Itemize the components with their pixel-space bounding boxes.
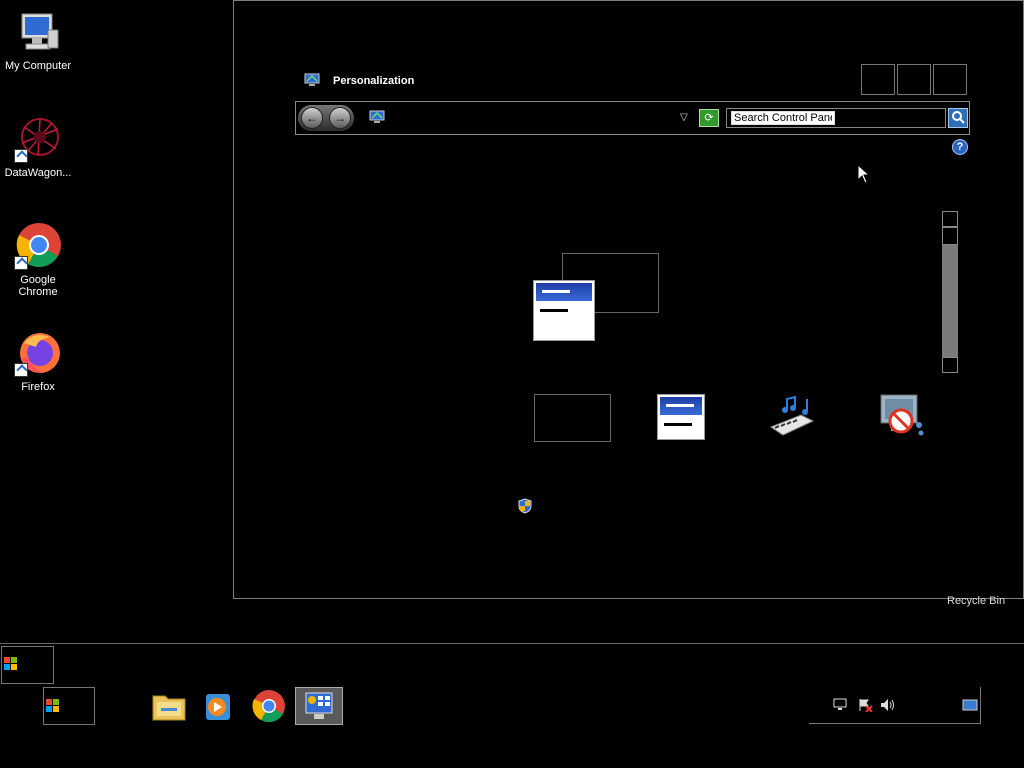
window-color-tile-icon[interactable] — [657, 394, 705, 440]
desktop-icon-label: DataWagon... — [4, 167, 72, 179]
search-box — [726, 108, 946, 128]
network-icon[interactable] — [832, 698, 848, 712]
action-center-icon[interactable] — [857, 698, 873, 712]
desktop-icon-label: My Computer — [4, 60, 72, 72]
maximize-button[interactable] — [897, 64, 931, 95]
uac-shield-icon — [518, 498, 532, 514]
navigation-buttons: ← → — [298, 105, 354, 131]
windows-logo-icon — [46, 699, 59, 712]
control-panel-icon — [305, 692, 333, 719]
file-explorer-icon[interactable] — [151, 688, 187, 724]
forward-button[interactable]: → — [329, 107, 351, 129]
scrollbar-thumb[interactable] — [942, 245, 958, 357]
media-player-icon[interactable] — [200, 688, 236, 724]
control-panel-location-icon — [369, 110, 385, 123]
scrollbar-down-button[interactable] — [942, 357, 958, 373]
desktop-background-tile[interactable] — [534, 394, 611, 442]
volume-icon[interactable] — [880, 698, 896, 712]
control-panel-taskbar-button[interactable] — [295, 687, 343, 725]
chrome-icon[interactable] — [251, 688, 287, 724]
shortcut-arrow-icon — [14, 256, 28, 270]
search-input[interactable] — [731, 111, 835, 125]
chrome-icon — [14, 222, 62, 270]
window-color-icon[interactable] — [533, 280, 595, 341]
minimize-button[interactable] — [861, 64, 895, 95]
refresh-button[interactable]: ⟳ — [699, 109, 719, 127]
scrollbar-track[interactable] — [942, 227, 958, 245]
desktop-icon-datawagon[interactable]: DataWagon... — [0, 115, 76, 179]
desktop-icon-label: Google Chrome — [18, 274, 58, 298]
show-desktop-icon[interactable] — [962, 698, 978, 712]
desktop-icon-label: Firefox — [21, 381, 55, 393]
windows-logo-icon — [4, 657, 17, 670]
window-title: Personalization — [333, 75, 415, 87]
address-dropdown-icon[interactable]: ▽ — [680, 112, 688, 123]
close-button[interactable] — [933, 64, 967, 95]
shortcut-arrow-icon — [14, 363, 28, 377]
search-icon[interactable] — [948, 108, 968, 128]
computer-icon — [14, 8, 62, 56]
back-button[interactable]: ← — [301, 107, 323, 129]
help-icon[interactable]: ? — [952, 139, 968, 155]
datawagon-icon — [14, 115, 62, 163]
scrollbar-up-button[interactable] — [942, 211, 958, 227]
sounds-icon[interactable] — [767, 393, 817, 441]
taskbar-top-border — [0, 643, 1024, 644]
personalization-icon — [304, 73, 320, 86]
desktop-icon-firefox[interactable]: Firefox — [0, 329, 76, 393]
personalization-window: Personalization ← → ▽ ⟳ ? — [233, 0, 1024, 599]
desktop-icon-google-chrome[interactable]: Google Chrome — [0, 222, 76, 298]
screen-saver-icon[interactable] — [877, 391, 927, 441]
shortcut-arrow-icon — [14, 149, 28, 163]
system-tray — [809, 687, 981, 724]
address-bar: ← → ▽ ⟳ — [295, 101, 970, 135]
firefox-icon — [14, 329, 62, 377]
desktop-icon-my-computer[interactable]: My Computer — [0, 8, 76, 72]
caption-buttons — [861, 64, 969, 95]
mouse-cursor-icon — [857, 164, 871, 184]
recycle-bin-label[interactable]: Recycle Bin — [947, 595, 1005, 607]
